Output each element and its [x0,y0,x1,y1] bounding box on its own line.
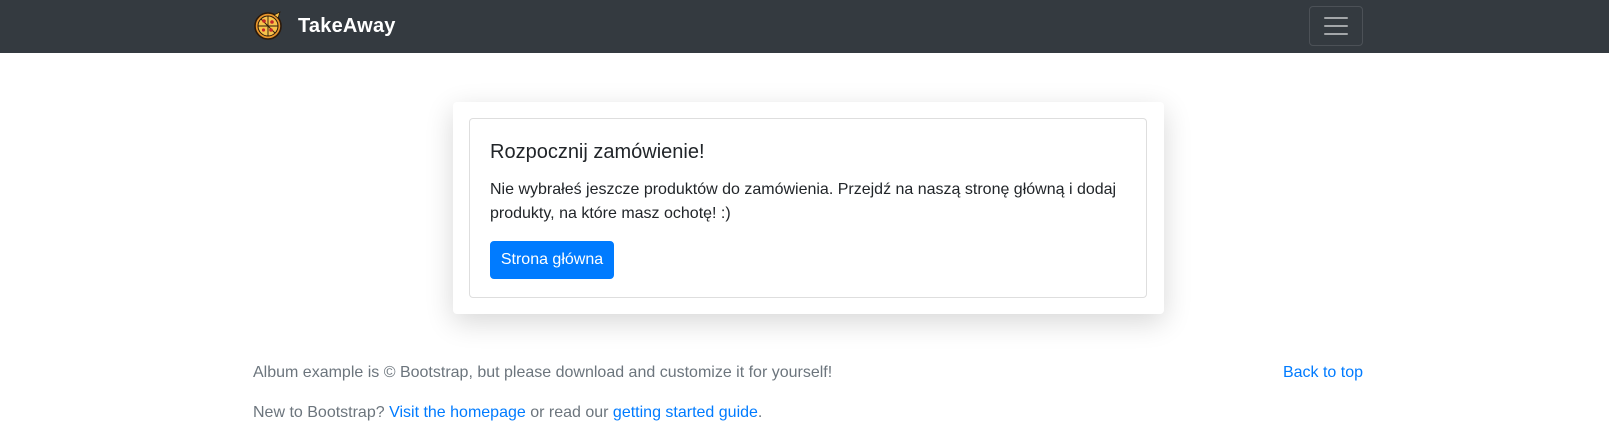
card-text: Nie wybrałeś jeszcze produktów do zamówi… [490,181,1117,222]
navbar-toggler-button[interactable] [1309,6,1363,46]
brand-name: TakeAway [298,14,396,37]
footer-intro-text: New to Bootstrap? [253,404,390,421]
pizza-icon [254,11,282,40]
brand-link[interactable]: TakeAway [253,11,396,41]
footer-bootstrap-line: New to Bootstrap? Visit the homepage or … [253,404,762,422]
visit-homepage-link[interactable]: Visit the homepage [389,404,526,421]
hamburger-menu-icon [1324,17,1348,35]
card-container: Rozpocznij zamówienie! Nie wybrałeś jesz… [453,102,1164,314]
back-to-top-link[interactable]: Back to top [1283,364,1363,382]
getting-started-guide-link[interactable]: getting started guide [613,404,758,421]
empty-order-card: Rozpocznij zamówienie! Nie wybrałeś jesz… [469,118,1147,298]
card-title: Rozpocznij zamówienie! [490,141,705,163]
home-page-button[interactable]: Strona główna [490,241,614,279]
footer-copyright-text: Album example is © Bootstrap, but please… [253,364,833,381]
footer-middle-text: or read our [525,404,613,421]
footer-period: . [757,404,763,421]
navbar: TakeAway [0,0,1609,53]
